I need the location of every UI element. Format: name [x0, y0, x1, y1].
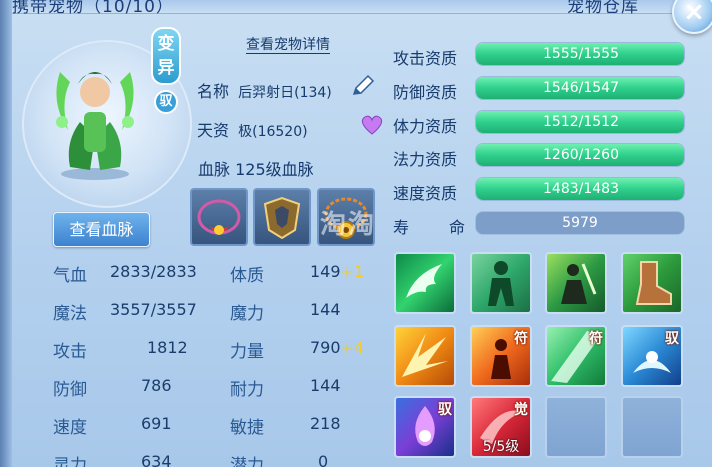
defense-aptitude-label: 防御资质 [393, 83, 458, 102]
jue-tag: 觉 [514, 402, 528, 418]
aptitude-label: 天资 [197, 121, 230, 140]
name-label: 名称 [197, 82, 230, 101]
mutant-char-2: 异 [157, 58, 175, 78]
defense-label: 防御 [53, 380, 87, 400]
constitution-value: 149+1 [310, 262, 364, 281]
skill-yu-purple-slot[interactable]: 驭 [394, 396, 456, 458]
panel-edge [0, 0, 12, 467]
warrior-icon [561, 263, 597, 304]
skill-slot-empty-2[interactable] [621, 396, 683, 458]
constitution-label: 体质 [230, 266, 264, 286]
speed-aptitude-value: 1483/1483 [543, 181, 619, 197]
fu-tag-1: 符 [514, 331, 528, 347]
hp-value: 2833/2833 [110, 262, 197, 281]
edit-name-icon[interactable] [350, 74, 376, 98]
attack-label: 攻击 [53, 342, 87, 362]
endurance-label: 耐力 [230, 380, 264, 400]
aptitude-value: 极(16520) [238, 124, 308, 140]
mp-label: 魔法 [53, 304, 87, 324]
mutant-char-1: 变 [157, 34, 175, 54]
constitution-bonus: +1 [340, 262, 365, 281]
attack-value: 1812 [147, 338, 188, 357]
speed-value: 691 [141, 414, 172, 433]
fu-tag-2: 符 [589, 331, 603, 347]
defense-aptitude-value: 1546/1547 [543, 80, 619, 96]
pet-storage-title[interactable]: 宠物仓库 [567, 0, 639, 17]
attack-aptitude-label: 攻击资质 [393, 49, 458, 68]
name-value: 后羿射日(134) [238, 85, 332, 101]
close-button[interactable]: × [672, 0, 712, 34]
watermark: 淘淘 [320, 210, 377, 240]
life-label-2: 命 [449, 218, 466, 237]
skill-wing-slot[interactable] [394, 252, 456, 314]
hp-label: 气血 [53, 266, 87, 286]
yu-tag-1: 驭 [665, 331, 679, 347]
skill-yu-water-slot[interactable]: 驭 [621, 325, 683, 387]
attack-aptitude-value: 1555/1555 [543, 46, 619, 62]
view-pet-details-link[interactable]: 查看宠物详情 [246, 37, 330, 54]
spirit-value: 634 [141, 452, 172, 467]
spirit-label: 灵力 [53, 456, 87, 467]
magic-aptitude-value: 1260/1260 [543, 147, 619, 163]
strength-number: 790 [310, 338, 341, 357]
skill-awaken-slot[interactable]: 觉 5/5级 [470, 396, 532, 458]
skill-slot-empty-1[interactable] [545, 396, 607, 458]
defense-value: 786 [141, 376, 172, 395]
magic-aptitude-label: 法力资质 [393, 150, 458, 169]
life-label-1: 寿 [393, 218, 410, 237]
speed-aptitude-bar: 1483/1483 [475, 177, 685, 201]
speed-aptitude-label: 速度资质 [393, 184, 458, 203]
magic-aptitude-bar: 1260/1260 [475, 143, 685, 167]
stamina-aptitude-label: 体力资质 [393, 117, 458, 136]
attack-aptitude-bar: 1555/1555 [475, 42, 685, 66]
agility-label: 敏捷 [230, 418, 264, 438]
yu-badge: 驭 [154, 90, 178, 114]
heart-icon[interactable] [360, 114, 384, 136]
potential-label: 潜力 [230, 456, 264, 467]
fire-burst-icon [402, 333, 448, 377]
strength-label: 力量 [230, 342, 264, 362]
constitution-number: 149 [310, 262, 341, 281]
skill-boot-slot[interactable] [621, 252, 683, 314]
speed-label: 速度 [53, 418, 87, 438]
view-bloodline-button[interactable]: 查看血脉 [53, 212, 150, 247]
life-value: 5979 [475, 211, 685, 235]
skill-fu-green-slot[interactable]: 符 [545, 325, 607, 387]
skill-fire-burst-slot[interactable] [394, 325, 456, 387]
equip-slot-2[interactable] [253, 188, 311, 246]
skill-level: 5/5级 [482, 439, 520, 455]
pet-aptitude-row: 天资 极(16520) [197, 117, 308, 141]
bloodline-text: 血脉 125级血脉 [198, 160, 314, 179]
boot-icon [635, 261, 672, 305]
mutant-badge: 变 异 [151, 27, 181, 85]
strength-bonus: +4 [340, 338, 365, 357]
magic-power-label: 魔力 [230, 304, 264, 324]
skill-fu-fire-slot[interactable]: 符 [470, 325, 532, 387]
necklace-red-icon [197, 199, 241, 235]
strength-value: 790+4 [310, 338, 364, 357]
yu-tag-2: 驭 [438, 402, 452, 418]
stamina-aptitude-bar: 1512/1512 [475, 110, 685, 134]
equip-slot-1[interactable] [190, 188, 248, 246]
pet-figure-icon [56, 72, 134, 180]
skill-warrior-slot[interactable] [545, 252, 607, 314]
carry-pets-title: 携带宠物（10/10） [12, 0, 174, 17]
magic-power-value: 144 [310, 300, 341, 319]
mp-value: 3557/3557 [110, 300, 197, 319]
agility-value: 218 [310, 414, 341, 433]
potential-value: 0 [318, 452, 329, 467]
skill-body-slot[interactable] [470, 252, 532, 314]
stamina-aptitude-value: 1512/1512 [543, 114, 619, 130]
pet-name-row: 名称 后羿射日(134) [197, 78, 332, 102]
endurance-value: 144 [310, 376, 341, 395]
defense-aptitude-bar: 1546/1547 [475, 76, 685, 100]
armor-gold-icon [263, 196, 301, 240]
body-figure-icon [488, 261, 514, 306]
wing-icon [406, 264, 442, 298]
